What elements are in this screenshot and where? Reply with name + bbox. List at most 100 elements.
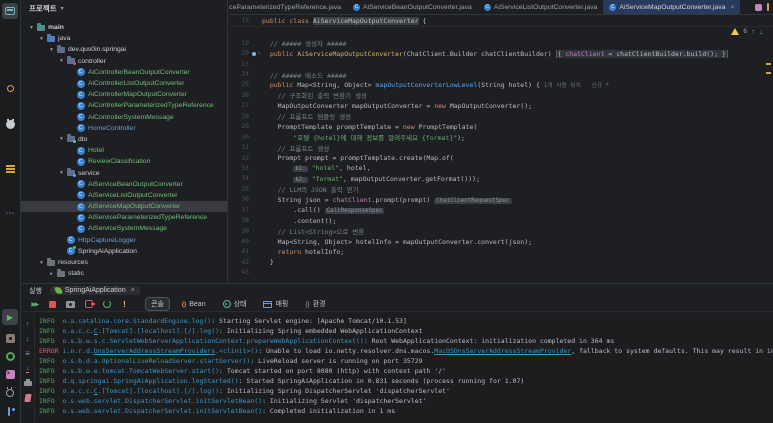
project-tree-item[interactable]: ▾dev.qus0in.springai [21, 44, 227, 55]
terminal-tool-button[interactable] [2, 366, 18, 382]
view-tab[interactable]: 매핑 [258, 298, 293, 310]
project-tree-item[interactable]: AiServiceParameterizedTypeReference [21, 212, 227, 223]
project-tree-item[interactable]: ▾controller [21, 56, 227, 67]
more-tool-button[interactable] [2, 205, 18, 221]
prev-warning-icon[interactable]: ↑ [751, 27, 755, 36]
next-warning-icon[interactable]: ↓ [759, 27, 763, 36]
project-tree-item[interactable]: AiControllerListOutputConverter [21, 78, 227, 89]
soft-wrap-button[interactable] [22, 348, 34, 358]
project-tree-item[interactable]: ▾resources [21, 257, 227, 268]
project-tree-item[interactable]: AiServiceMapOutputConverter [21, 201, 227, 212]
print-button[interactable] [22, 378, 34, 388]
inspections-widget[interactable]: 6 ↑ ↓ [731, 27, 763, 36]
chevron-right-icon[interactable]: ▸ [47, 271, 56, 277]
down-button[interactable] [22, 333, 34, 343]
editor-tab[interactable]: AiServiceParameterizedTypeReference.java [229, 0, 347, 14]
token: o.s.b.w.e.tomcat.TomcatWebServer.start() [55, 367, 219, 375]
project-tree-item[interactable]: AiControllerParameterizedTypeReference [21, 100, 227, 111]
project-tree-item[interactable]: ▾main [21, 22, 227, 33]
console-output[interactable]: INFO o.a.catalina.core.StandardEngine.lo… [35, 313, 773, 423]
run-config-tab[interactable]: SpringAiApplication × [50, 286, 140, 295]
token [262, 164, 293, 172]
chevron-down-icon[interactable]: ▾ [47, 47, 56, 53]
code-line: 41 return hotelInfo; [229, 247, 773, 257]
folded-code[interactable]: { chatClient = chatClientBuilder.build()… [556, 50, 728, 58]
project-tree-item[interactable]: Hotel [21, 145, 227, 156]
project-tree-item[interactable]: AiControllerBeanOutputConverter [21, 67, 227, 78]
project-tree-item[interactable]: AiServiceListOutputConverter [21, 190, 227, 201]
project-tree-item[interactable]: HttpCaptureLogger [21, 235, 227, 246]
fold-marker-icon[interactable]: › [257, 50, 261, 57]
inlay-hint[interactable]: k2: [293, 177, 307, 183]
project-tree-item[interactable]: ▾dto [21, 134, 227, 145]
restart-button[interactable] [101, 298, 112, 310]
rerun-button[interactable] [29, 298, 40, 310]
chevron-down-icon[interactable]: ▾ [61, 5, 64, 12]
view-tab-label: 매핑 [275, 299, 288, 309]
ai-assistant-button[interactable] [755, 4, 762, 13]
console-line: INFO o.s.b.d.a.OptionalLiveReloadServer.… [39, 357, 773, 367]
inlay-hint[interactable]: ChatClientRequestSpec [434, 198, 511, 204]
close-icon[interactable]: × [731, 4, 735, 11]
editor-tab[interactable]: AiServiceBeanOutputConverter.java [347, 0, 478, 14]
editor-tab[interactable]: AiServiceMapOutputConverter.java× [603, 0, 740, 14]
tree-item-label: ReviewClassification [88, 158, 150, 165]
chevron-down-icon[interactable]: ▾ [57, 136, 66, 142]
editor-tab[interactable]: AiServiceListOutputConverter.java [478, 0, 604, 14]
project-tree-item[interactable]: ReviewClassification [21, 156, 227, 167]
token: INFO [39, 327, 55, 335]
project-tree-item[interactable]: HomeController [21, 123, 227, 134]
token: : Started SpringAiApplication in 0.831 s… [239, 377, 525, 385]
view-tab[interactable]: 콘솔 [145, 297, 170, 311]
project-tree-item[interactable]: AiControllerMapOutputConverter [21, 89, 227, 100]
project-tree-item[interactable]: AiServiceBeanOutputConverter [21, 179, 227, 190]
inlay-hint[interactable]: CallResponseSpec [325, 208, 385, 214]
chevron-down-icon[interactable]: ▾ [27, 25, 36, 31]
token: : Unable to load io.netty.resolver.dns.m… [258, 347, 434, 355]
line-number: 23 [229, 61, 249, 68]
github-tool-button[interactable] [2, 116, 18, 132]
run-tool-button[interactable] [2, 309, 18, 325]
alert-button[interactable] [119, 298, 130, 310]
thread-dump-button[interactable] [65, 298, 76, 310]
scroll-to-end-button[interactable] [22, 363, 34, 373]
view-tab[interactable]: 환경 [300, 298, 330, 310]
spring-bean-icon[interactable] [252, 52, 256, 56]
project-tree-item[interactable]: SpringAiApplication [21, 246, 227, 257]
project-tree-item[interactable]: AiControllerSystemMessage [21, 112, 227, 123]
token: String json = [262, 196, 332, 204]
view-tab[interactable]: Bean [177, 300, 211, 309]
chevron-down-icon[interactable]: ▾ [37, 260, 46, 266]
chevron-down-icon[interactable]: ▾ [57, 58, 66, 64]
build-tool-button[interactable] [2, 348, 18, 364]
token: Map<String, Object> [297, 81, 375, 89]
project-tree-item[interactable]: AiServiceSystemMessage [21, 223, 227, 234]
chevron-down-icon[interactable]: ▾ [57, 170, 66, 176]
token: : Completed initialization in 1 ms [262, 407, 395, 415]
up-button[interactable] [22, 318, 34, 328]
clear-button[interactable] [22, 393, 34, 403]
code-area[interactable]: 19 // ##### 생성자 #####20› public AiServic… [229, 26, 773, 283]
line-number: 39 [229, 228, 249, 235]
exit-button[interactable] [83, 298, 94, 310]
git-branch-tool-button[interactable] [2, 403, 18, 419]
structure-tool-button[interactable] [2, 161, 18, 177]
project-tree-item[interactable]: ▾service [21, 167, 227, 178]
view-tab[interactable]: 상태 [218, 298, 252, 310]
token: Map<String, Object> [262, 238, 356, 246]
tree-item-label: AiControllerSystemMessage [88, 114, 174, 121]
notifications-button[interactable] [767, 3, 769, 13]
close-icon[interactable]: × [131, 287, 135, 294]
token: INFO [39, 407, 55, 415]
inlay-hint[interactable]: k1: [293, 166, 307, 172]
project-tree-item[interactable]: ▸static [21, 268, 227, 279]
project-tree-item[interactable]: ▾java [21, 33, 227, 44]
problems-tool-button[interactable] [2, 385, 18, 401]
class-icon [76, 180, 85, 188]
chevron-down-icon[interactable]: ▾ [37, 36, 46, 42]
services-tool-button[interactable] [2, 330, 18, 346]
stop-button[interactable] [47, 298, 58, 310]
project-tool-button[interactable] [2, 3, 18, 19]
editor[interactable]: AiServiceParameterizedTypeReference.java… [229, 0, 773, 283]
commit-tool-button[interactable] [2, 80, 18, 96]
